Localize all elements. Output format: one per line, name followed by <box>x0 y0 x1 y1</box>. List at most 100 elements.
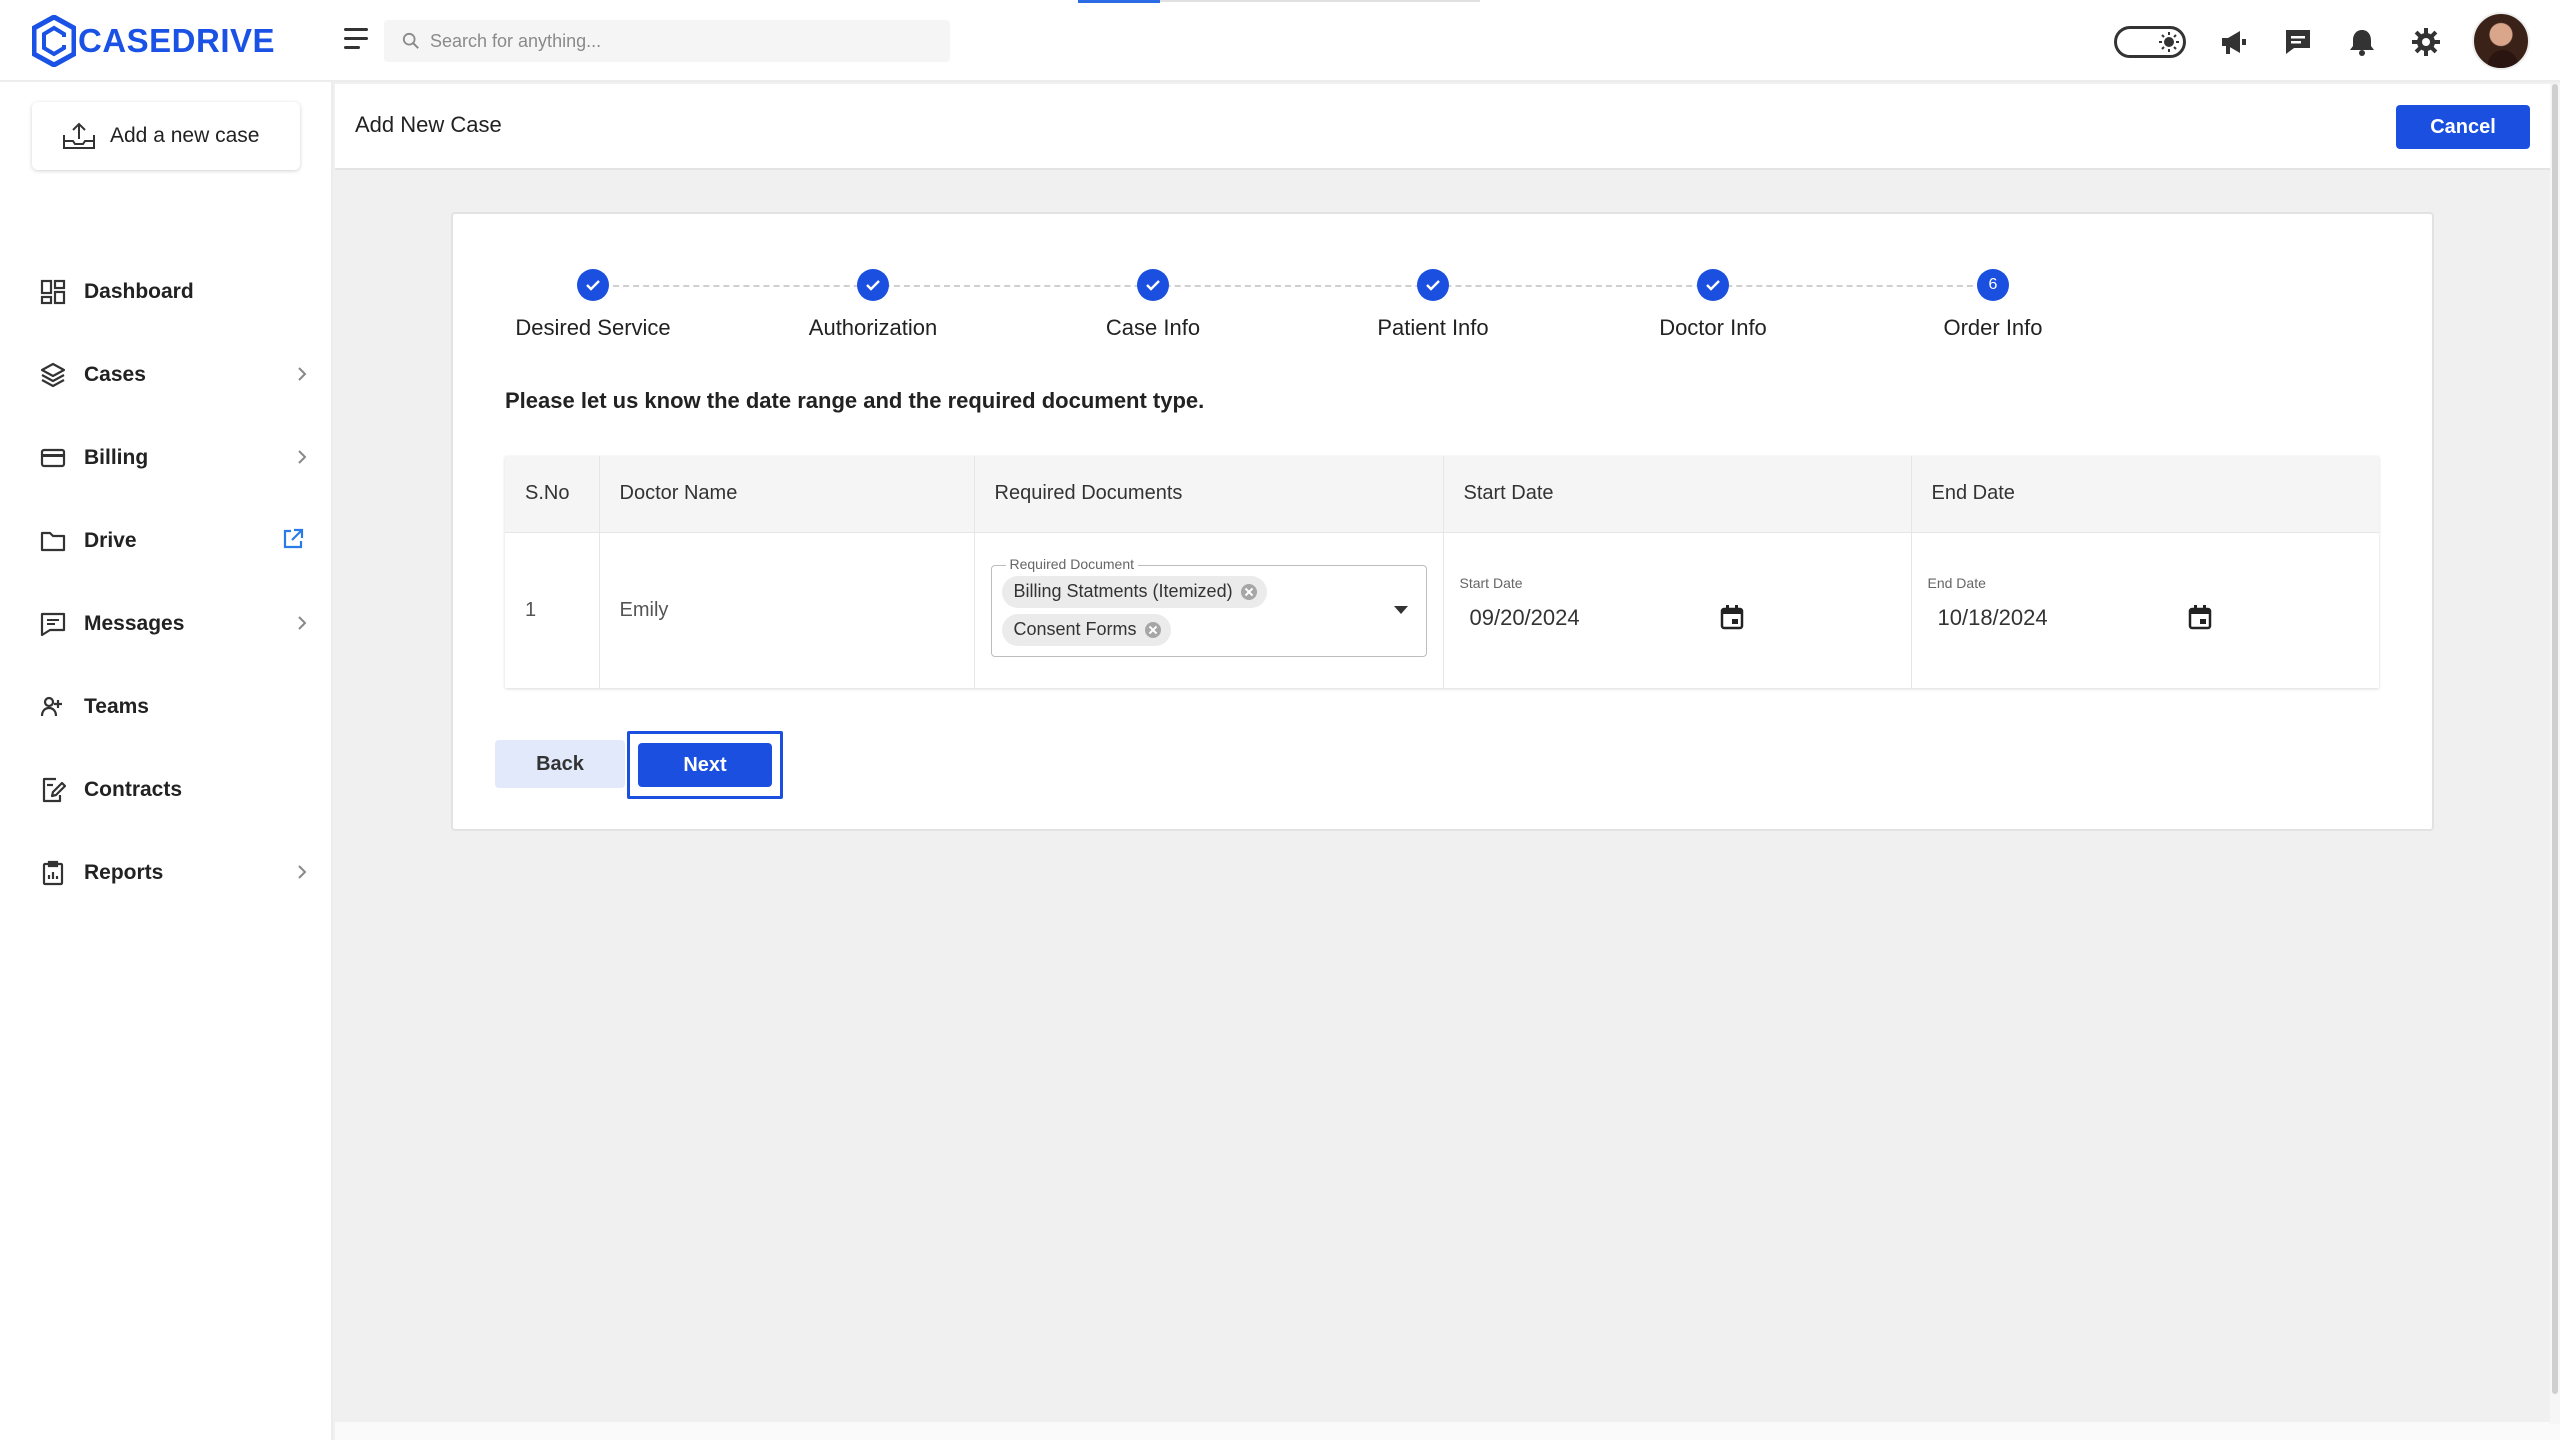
card-icon <box>40 448 66 467</box>
cell-end-date: End Date <box>1911 531 2379 688</box>
end-date-label: End Date <box>1927 574 1986 591</box>
external-link-icon[interactable] <box>281 527 305 551</box>
instruction-text: Please let us know the date range and th… <box>505 388 1205 413</box>
sidebar-item-label: Billing <box>84 445 149 469</box>
step-label: Authorization <box>808 315 938 340</box>
start-date-field[interactable]: Start Date <box>1460 575 1760 655</box>
step-authorization: Authorization <box>773 258 973 341</box>
column-header-start-date: Start Date <box>1443 456 1912 532</box>
document-chip: Consent Forms <box>1001 613 1171 646</box>
column-header-doctor-name: Doctor Name <box>599 456 975 532</box>
sidebar-item-label: Drive <box>84 528 137 552</box>
search-icon <box>402 32 419 49</box>
folder-icon <box>40 531 66 551</box>
remove-chip-icon[interactable] <box>1240 583 1257 600</box>
document-chip-label: Consent Forms <box>1013 619 1137 639</box>
step-label: Desired Service <box>515 315 671 340</box>
step-label: Order Info <box>1943 315 2043 340</box>
sidebar-item-label: Messages <box>84 611 185 635</box>
sidebar: Add a new case Dashboard Cases Billing D… <box>0 82 333 1440</box>
report-icon <box>42 860 64 885</box>
sidebar-item-reports[interactable]: Reports <box>0 831 333 914</box>
check-icon <box>586 280 600 291</box>
sidebar-item-cases[interactable]: Cases <box>0 333 333 416</box>
layers-icon <box>40 362 66 387</box>
step-current-indicator: 6 <box>1977 269 2009 301</box>
contract-icon <box>42 777 66 802</box>
top-progress-track <box>1160 0 1480 2</box>
calendar-icon[interactable] <box>2186 603 2214 631</box>
next-button[interactable]: Next <box>638 743 772 787</box>
cell-sno: 1 <box>505 531 600 688</box>
chat-icon[interactable] <box>2282 26 2314 58</box>
check-icon <box>1426 280 1440 291</box>
step-patient-info: Patient Info <box>1333 258 1533 341</box>
megaphone-icon[interactable] <box>2218 26 2250 58</box>
scrollbar-thumb[interactable] <box>2552 84 2558 1394</box>
bottom-strip <box>335 1422 2560 1440</box>
bell-icon[interactable] <box>2346 26 2378 58</box>
cell-start-date: Start Date <box>1443 531 1912 688</box>
sidebar-item-messages[interactable]: Messages <box>0 582 333 665</box>
chevron-right-icon <box>298 367 307 381</box>
dropdown-caret-icon[interactable] <box>1393 605 1408 614</box>
required-document-select[interactable]: Required Document Billing Statments (Ite… <box>990 555 1427 657</box>
sidebar-item-drive[interactable]: Drive <box>0 499 333 582</box>
check-icon <box>1146 280 1160 291</box>
step-label: Doctor Info <box>1659 315 1767 340</box>
next-button-focus-ring: Next <box>627 731 783 799</box>
end-date-field[interactable]: End Date <box>1928 575 2228 655</box>
stepper: Desired Service Authorization Case Info … <box>453 258 2436 348</box>
step-done-indicator <box>857 269 889 301</box>
sidebar-item-dashboard[interactable]: Dashboard <box>0 250 333 333</box>
top-bar: CASEDRIVE <box>0 0 2560 82</box>
sidebar-item-label: Reports <box>84 860 164 884</box>
gear-icon[interactable] <box>2410 26 2442 58</box>
step-done-indicator <box>1137 269 1169 301</box>
step-doctor-info: Doctor Info <box>1613 258 1813 341</box>
back-button[interactable]: Back <box>495 740 625 788</box>
add-new-case-button[interactable]: Add a new case <box>32 102 300 170</box>
top-progress-indicator <box>1078 0 1160 3</box>
end-date-input[interactable] <box>1937 604 2158 631</box>
remove-chip-icon[interactable] <box>1144 621 1161 638</box>
sidebar-item-billing[interactable]: Billing <box>0 416 333 499</box>
chevron-right-icon <box>298 865 307 879</box>
page-scrollbar[interactable] <box>2550 84 2560 1424</box>
start-date-label: Start Date <box>1459 574 1523 591</box>
step-done-indicator <box>1697 269 1729 301</box>
chevron-right-icon <box>298 616 307 630</box>
column-header-required-documents: Required Documents <box>974 456 1444 532</box>
sidebar-item-label: Dashboard <box>84 279 194 303</box>
cell-required-documents: Required Document Billing Statments (Ite… <box>974 531 1444 688</box>
sidebar-item-contracts[interactable]: Contracts <box>0 748 333 831</box>
column-header-sno: S.No <box>505 456 600 532</box>
menu-toggle-icon[interactable] <box>344 28 368 52</box>
dashboard-icon <box>40 279 66 304</box>
start-date-input[interactable] <box>1469 604 1690 631</box>
table-row: 1 Emily Required Document Billing Statme… <box>505 531 2379 688</box>
order-info-card: Desired Service Authorization Case Info … <box>451 212 2434 831</box>
sidebar-item-label: Teams <box>84 694 149 718</box>
required-document-label: Required Document <box>1005 555 1139 572</box>
step-done-indicator <box>1417 269 1449 301</box>
theme-toggle[interactable] <box>2114 26 2186 58</box>
sidebar-nav: Dashboard Cases Billing Drive Messages T… <box>0 250 333 914</box>
step-desired-service: Desired Service <box>493 258 693 341</box>
avatar[interactable] <box>2472 12 2530 70</box>
document-chip: Billing Statments (Itemized) <box>1001 575 1267 608</box>
cancel-button[interactable]: Cancel <box>2396 105 2530 149</box>
step-done-indicator <box>577 269 609 301</box>
search-bar[interactable] <box>384 20 950 62</box>
page-header: Add New Case Cancel <box>335 84 2560 170</box>
search-input[interactable] <box>430 30 910 52</box>
cell-doctor-name: Emily <box>599 531 975 688</box>
brand-logo[interactable]: CASEDRIVE <box>32 14 275 68</box>
check-icon <box>866 280 880 291</box>
casedrive-logo-icon <box>32 15 76 67</box>
calendar-icon[interactable] <box>1718 603 1746 631</box>
sidebar-item-teams[interactable]: Teams <box>0 665 333 748</box>
step-label: Patient Info <box>1377 315 1489 340</box>
add-new-case-label: Add a new case <box>110 124 260 147</box>
sidebar-item-label: Cases <box>84 362 146 386</box>
